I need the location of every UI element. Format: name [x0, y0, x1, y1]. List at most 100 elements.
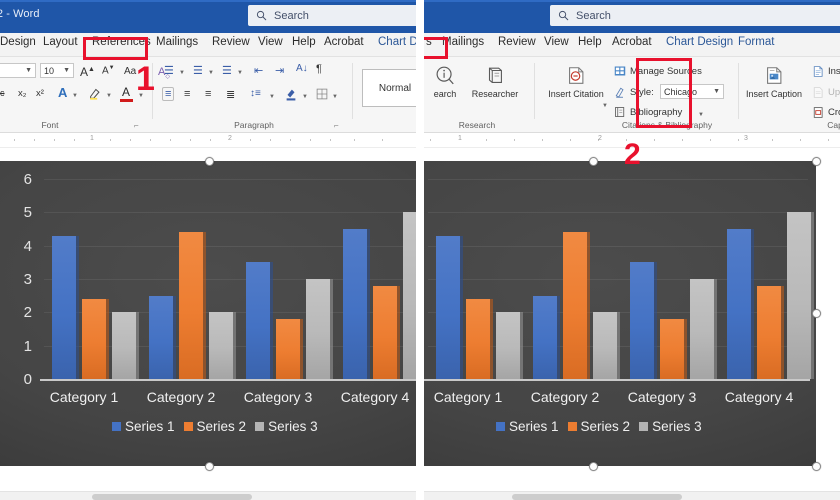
align-right-button[interactable]: ≡ [205, 88, 211, 100]
strikethrough-button[interactable]: abc [0, 88, 5, 98]
bar-series1-cat1[interactable] [52, 235, 79, 379]
paragraph-dialog-launcher[interactable]: ⌐ [334, 121, 339, 130]
tab-review[interactable]: Review [212, 36, 250, 48]
tab-help[interactable]: Help [578, 36, 602, 48]
grow-font-button[interactable]: A▲ [80, 65, 95, 79]
bar-series1-cat4[interactable] [343, 229, 370, 379]
bar-series2-cat3[interactable] [276, 319, 303, 379]
chart-legend[interactable]: Series 1 Series 2 Series 3 [496, 419, 702, 434]
chart-object[interactable]: 0 1 2 3 4 5 6 Category 1 Category 2 Cate… [424, 157, 821, 471]
text-highlight-icon[interactable] [88, 86, 102, 100]
text-effects-button[interactable]: A [58, 85, 67, 100]
justify-button[interactable]: ≣ [226, 88, 235, 101]
horizontal-scrollbar[interactable] [424, 491, 840, 500]
chart-object[interactable]: 0 1 2 3 4 5 6 Category 1 Category 2 Cate… [0, 157, 416, 471]
selection-handle-bottom-center[interactable] [589, 462, 598, 471]
selection-handle-bottom-right[interactable] [812, 462, 821, 471]
scrollbar-thumb[interactable] [512, 494, 682, 500]
legend-item-series3[interactable]: Series 3 [255, 419, 318, 434]
bar-series3-cat4[interactable] [787, 212, 814, 379]
insert-citation-button[interactable]: Insert Citation [548, 65, 604, 101]
subscript-button[interactable]: x₂ [18, 88, 26, 99]
tab-chart-design[interactable]: Chart Design [666, 36, 733, 48]
smart-lookup-button[interactable]: earch [424, 65, 466, 99]
tab-acrobat[interactable]: Acrobat [324, 36, 364, 48]
bar-series1-cat1[interactable] [436, 235, 463, 379]
line-spacing-button[interactable]: ↕≡ [250, 88, 261, 99]
bar-series2-cat2[interactable] [179, 232, 206, 379]
tab-mailings[interactable]: Mailings [156, 36, 198, 48]
tab-view[interactable]: View [258, 36, 283, 48]
align-center-button[interactable]: ≡ [184, 88, 190, 100]
legend-item-series2[interactable]: Series 2 [183, 419, 246, 434]
cross-reference-button[interactable]: Cross-reference [828, 107, 840, 118]
tab-help[interactable]: Help [292, 36, 316, 48]
selection-handle-top-center[interactable] [589, 157, 598, 166]
update-table-button: Update Table [828, 87, 840, 98]
legend-item-series1[interactable]: Series 1 [496, 419, 559, 434]
tab-chart-design[interactable]: Chart Design [378, 36, 416, 48]
sort-button[interactable]: A↓ [296, 63, 308, 74]
bar-series1-cat4[interactable] [727, 229, 754, 379]
bar-series1-cat3[interactable] [630, 262, 657, 379]
scrollbar-thumb[interactable] [92, 494, 252, 500]
bullets-button[interactable]: ☰ [164, 64, 174, 77]
tab-mailings[interactable]: Mailings [442, 36, 484, 48]
bar-series3-cat2[interactable] [593, 312, 620, 379]
insert-caption-button[interactable]: Insert Caption [746, 65, 802, 99]
left-ruler[interactable]: 1 2 [0, 133, 416, 148]
tab-review[interactable]: Review [498, 36, 536, 48]
borders-icon[interactable] [316, 88, 328, 100]
bar-series2-cat1[interactable] [466, 299, 493, 379]
bar-series3-cat3[interactable] [690, 279, 717, 379]
tab-view[interactable]: View [544, 36, 569, 48]
research-group-label: Research [458, 120, 496, 130]
legend-swatch-series1 [496, 422, 505, 431]
align-left-button[interactable]: ≡ [162, 87, 175, 101]
bar-series2-cat1[interactable] [82, 299, 109, 379]
change-case-button[interactable]: Aa [124, 66, 136, 77]
legend-item-series2[interactable]: Series 2 [567, 419, 630, 434]
bar-series1-cat3[interactable] [246, 262, 273, 379]
multilevel-list-button[interactable]: ☰ [222, 64, 232, 77]
bar-series3-cat3[interactable] [306, 279, 333, 379]
search-box[interactable]: Search [550, 5, 840, 26]
selection-handle-middle-right[interactable] [812, 309, 821, 318]
bar-series3-cat2[interactable] [209, 312, 236, 379]
increase-indent-button[interactable]: ⇥ [275, 64, 284, 77]
tab-layout[interactable]: Layout [43, 36, 78, 48]
legend-item-series3[interactable]: Series 3 [639, 419, 702, 434]
tab-acrobat[interactable]: Acrobat [612, 36, 652, 48]
insert-table-of-figures-button[interactable]: Insert Table of Figures [828, 66, 840, 77]
chart-legend[interactable]: Series 1 Series 2 Series 3 [112, 419, 318, 434]
researcher-button[interactable]: Researcher [468, 65, 522, 99]
show-formatting-marks-button[interactable]: ¶ [316, 63, 322, 75]
font-size-combo[interactable]: 10 ▼ [40, 63, 74, 78]
tab-design[interactable]: Design [0, 36, 36, 48]
selection-handle-top-right[interactable] [812, 157, 821, 166]
bar-series3-cat1[interactable] [112, 312, 139, 379]
selection-handle-top-center[interactable] [205, 157, 214, 166]
selection-handle-bottom-center[interactable] [205, 462, 214, 471]
shrink-font-button[interactable]: A▼ [102, 65, 115, 76]
numbering-button[interactable]: ☰ [193, 64, 203, 77]
bar-series1-cat2[interactable] [533, 295, 560, 379]
font-name-combo[interactable]: y) ▼ [0, 63, 36, 78]
horizontal-scrollbar[interactable] [0, 491, 416, 500]
font-color-button[interactable]: A [122, 85, 130, 99]
search-box[interactable]: Search [248, 5, 416, 26]
bar-series3-cat4[interactable] [403, 212, 416, 379]
bar-series1-cat2[interactable] [149, 295, 176, 379]
legend-item-series1[interactable]: Series 1 [112, 419, 175, 434]
bar-series3-cat1[interactable] [496, 312, 523, 379]
decrease-indent-button[interactable]: ⇤ [254, 64, 263, 77]
tab-format[interactable]: Format [738, 36, 774, 48]
bar-series2-cat4[interactable] [757, 285, 784, 379]
bar-series2-cat4[interactable] [373, 285, 400, 379]
bar-series2-cat3[interactable] [660, 319, 687, 379]
shading-icon[interactable] [284, 87, 298, 101]
superscript-button[interactable]: x² [36, 88, 44, 99]
style-normal-button[interactable]: Normal [362, 69, 416, 107]
font-dialog-launcher[interactable]: ⌐ [134, 121, 139, 130]
bar-series2-cat2[interactable] [563, 232, 590, 379]
